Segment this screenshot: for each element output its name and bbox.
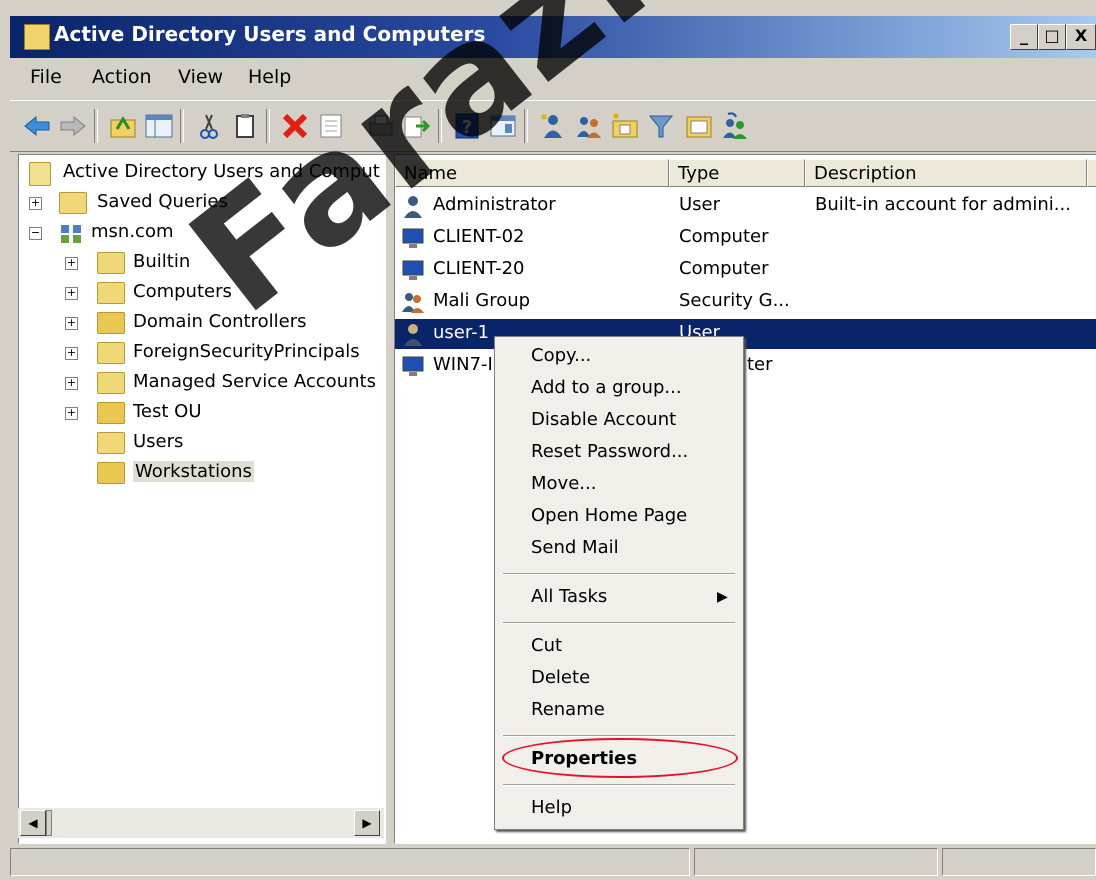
expand-icon[interactable]: + xyxy=(65,347,78,360)
table-row[interactable]: Mali Group Security G... xyxy=(395,287,1096,317)
row-description: Built-in account for admini... xyxy=(815,194,1071,215)
folder-icon xyxy=(97,372,125,394)
menu-separator xyxy=(503,784,735,786)
cut-icon[interactable] xyxy=(194,111,224,141)
menu-separator xyxy=(503,735,735,737)
menu-item-help[interactable]: Help xyxy=(531,797,572,818)
tree-item-label: Workstations xyxy=(133,461,254,482)
folder-icon xyxy=(59,192,87,214)
menu-separator xyxy=(503,622,735,624)
menu-item-send-mail[interactable]: Send Mail xyxy=(531,537,619,558)
forward-icon[interactable] xyxy=(58,111,88,141)
tree-item-label: msn.com xyxy=(91,221,174,242)
row-type: ter xyxy=(747,354,773,375)
status-bar xyxy=(10,846,1096,880)
folder-icon xyxy=(97,252,125,274)
row-name: Mali Group xyxy=(433,290,531,311)
menu-item-delete[interactable]: Delete xyxy=(531,667,590,688)
expand-icon[interactable]: + xyxy=(65,287,78,300)
menu-item-open-home-page[interactable]: Open Home Page xyxy=(531,505,687,526)
menu-item-cut[interactable]: Cut xyxy=(531,635,562,656)
scroll-thumb[interactable] xyxy=(46,810,52,836)
expand-icon[interactable]: + xyxy=(65,257,78,270)
expand-icon[interactable]: + xyxy=(65,377,78,390)
menu-separator xyxy=(503,573,735,575)
expand-icon[interactable]: + xyxy=(65,407,78,420)
new-ou-icon[interactable] xyxy=(610,111,640,141)
user-icon xyxy=(404,324,422,346)
collapse-icon[interactable]: − xyxy=(29,227,42,240)
row-type: User xyxy=(679,194,721,215)
tree-horizontal-scrollbar[interactable]: ◀ ▶ xyxy=(18,808,384,838)
folder-icon xyxy=(97,432,125,454)
ou-folder-icon xyxy=(97,402,125,424)
folder-icon xyxy=(97,342,125,364)
up-folder-icon[interactable] xyxy=(108,111,138,141)
computer-icon xyxy=(402,260,424,280)
domain-icon xyxy=(61,225,81,243)
toolbar-separator xyxy=(94,109,98,143)
row-name: CLIENT-02 xyxy=(433,226,525,247)
menu-item-all-tasks[interactable]: All Tasks xyxy=(531,586,607,607)
show-hide-tree-icon[interactable] xyxy=(144,111,174,141)
ou-folder-icon xyxy=(97,312,125,334)
menu-help[interactable]: Help xyxy=(248,66,291,88)
table-row[interactable]: CLIENT-20 Computer xyxy=(395,255,1096,285)
directory-icon xyxy=(29,162,51,186)
table-row[interactable]: CLIENT-02 Computer xyxy=(395,223,1096,253)
status-panel xyxy=(10,848,690,876)
filter-icon[interactable] xyxy=(646,111,676,141)
back-icon[interactable] xyxy=(22,111,52,141)
menu-item-add-to-group[interactable]: Add to a group... xyxy=(531,377,682,398)
tree-item-label: Users xyxy=(133,431,184,452)
tree-item-label: Builtin xyxy=(133,251,191,272)
find-icon[interactable] xyxy=(684,111,714,141)
tree-item-label: Managed Service Accounts xyxy=(133,371,376,392)
column-header-type[interactable]: Type xyxy=(669,159,805,187)
folder-icon xyxy=(97,282,125,304)
menu-item-copy[interactable]: Copy... xyxy=(531,345,591,366)
expand-icon[interactable]: + xyxy=(65,317,78,330)
row-name: user-1 xyxy=(433,322,490,343)
maximize-button[interactable]: □ xyxy=(1038,24,1066,50)
menu-item-disable-account[interactable]: Disable Account xyxy=(531,409,676,430)
app-icon xyxy=(24,24,50,50)
group-icon xyxy=(402,293,424,313)
ou-folder-icon xyxy=(97,462,125,484)
new-group-icon[interactable] xyxy=(574,111,604,141)
menu-view[interactable]: View xyxy=(178,66,223,88)
menu-item-reset-password[interactable]: Reset Password... xyxy=(531,441,688,462)
row-name: WIN7-I xyxy=(433,354,493,375)
tree-item-label: Test OU xyxy=(133,401,202,422)
row-name: CLIENT-20 xyxy=(433,258,525,279)
toolbar-separator xyxy=(180,109,184,143)
scroll-right-button[interactable]: ▶ xyxy=(354,810,380,836)
menu-file[interactable]: File xyxy=(30,66,62,88)
highlight-ring xyxy=(502,738,738,778)
column-header-description[interactable]: Description xyxy=(805,159,1087,187)
close-button[interactable]: X xyxy=(1066,24,1096,50)
menu-item-move[interactable]: Move... xyxy=(531,473,596,494)
column-header-filler xyxy=(1087,159,1096,187)
row-type: Computer xyxy=(679,226,769,247)
computer-icon xyxy=(402,356,424,376)
row-type: Security G... xyxy=(679,290,790,311)
table-row[interactable]: Administrator User Built-in account for … xyxy=(395,191,1096,221)
tree-item-label: ForeignSecurityPrincipals xyxy=(133,341,360,362)
status-panel xyxy=(942,848,1096,876)
status-panel xyxy=(694,848,938,876)
scroll-left-button[interactable]: ◀ xyxy=(20,810,46,836)
menu-item-rename[interactable]: Rename xyxy=(531,699,605,720)
minimize-button[interactable]: _ xyxy=(1010,24,1038,50)
add-to-group-icon[interactable] xyxy=(720,111,750,141)
menu-action[interactable]: Action xyxy=(92,66,152,88)
submenu-arrow-icon: ▶ xyxy=(717,589,728,605)
expand-icon[interactable]: + xyxy=(29,197,42,210)
row-type: Computer xyxy=(679,258,769,279)
